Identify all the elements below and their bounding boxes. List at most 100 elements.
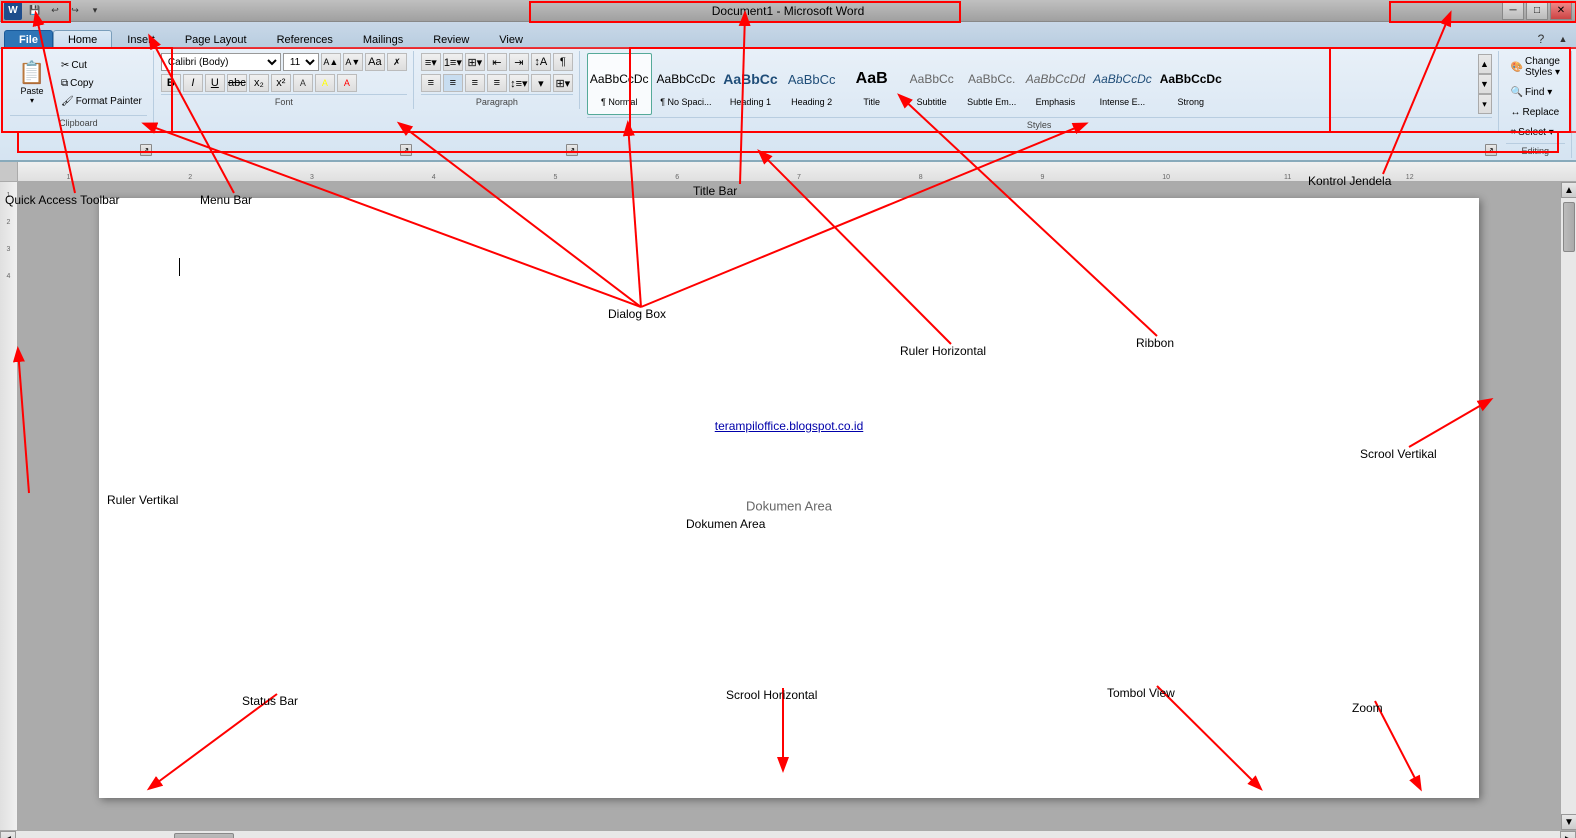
change-case-btn[interactable]: Aa bbox=[365, 53, 385, 71]
editing-group: 🎨 ChangeStyles ▾ 🔍 Find ▾ ↔ Replace bbox=[1500, 51, 1572, 158]
tab-review[interactable]: Review bbox=[418, 30, 484, 49]
style-heading1[interactable]: AaBbCc Heading 1 bbox=[720, 53, 780, 115]
style-strong[interactable]: AaBbCcDc Strong bbox=[1157, 53, 1225, 115]
tab-home[interactable]: Home bbox=[53, 30, 112, 49]
justify-btn[interactable]: ≡ bbox=[487, 74, 507, 92]
ruler-corner bbox=[0, 162, 18, 182]
format-painter-label: Format Painter bbox=[76, 96, 142, 107]
decrease-indent-btn[interactable]: ⇤ bbox=[487, 53, 507, 71]
highlight-btn[interactable]: A bbox=[315, 74, 335, 92]
scroll-track-horizontal[interactable] bbox=[16, 831, 1560, 838]
underline-button[interactable]: U bbox=[205, 74, 225, 92]
clipboard-label: Clipboard bbox=[10, 115, 147, 128]
borders-btn[interactable]: ⊞▾ bbox=[553, 74, 573, 92]
styles-scroll-up[interactable]: ▲ bbox=[1478, 54, 1492, 74]
tab-mailings[interactable]: Mailings bbox=[348, 30, 418, 49]
style-normal[interactable]: AaBbCcDc ¶ Normal bbox=[587, 53, 652, 115]
bullets-btn[interactable]: ≡▾ bbox=[421, 53, 441, 71]
style-intense-preview: AaBbCcDc bbox=[1093, 61, 1152, 97]
strikethrough-btn[interactable]: abc bbox=[227, 74, 247, 92]
text-effect-btn[interactable]: A bbox=[293, 74, 313, 92]
increase-font-btn[interactable]: A▲ bbox=[321, 53, 341, 71]
style-subtle-em[interactable]: AaBbCc. Subtle Em... bbox=[963, 53, 1021, 115]
select-label: Select ▾ bbox=[1518, 127, 1554, 138]
align-right-btn[interactable]: ≡ bbox=[465, 74, 485, 92]
close-button[interactable]: ✕ bbox=[1550, 2, 1572, 20]
select-button[interactable]: ⌗ Select ▾ bbox=[1506, 124, 1559, 141]
line-spacing-btn[interactable]: ↕≡▾ bbox=[509, 74, 529, 92]
paragraph-dialog-launcher[interactable]: ↗ bbox=[566, 144, 578, 156]
vertical-scrollbar[interactable]: ▲ ▼ bbox=[1560, 182, 1576, 830]
increase-indent-btn[interactable]: ⇥ bbox=[509, 53, 529, 71]
styles-area: AaBbCcDc ¶ Normal AaBbCcDc ¶ No Spaci...… bbox=[587, 53, 1474, 115]
scroll-track-vertical[interactable] bbox=[1561, 198, 1576, 814]
style-heading2[interactable]: AaBbCc Heading 2 bbox=[783, 53, 841, 115]
scroll-thumb-horizontal[interactable] bbox=[174, 833, 234, 838]
quick-dropdown-btn[interactable]: ▾ bbox=[86, 2, 104, 20]
style-strong-label: Strong bbox=[1177, 97, 1204, 107]
clear-format-btn[interactable]: ✗ bbox=[387, 53, 407, 71]
clipboard-group: 📋 Paste ▾ ✂ Cut ⧉ Copy bbox=[4, 51, 154, 158]
scroll-thumb-vertical[interactable] bbox=[1563, 202, 1575, 252]
tab-references[interactable]: References bbox=[262, 30, 348, 49]
style-emphasis[interactable]: AaBbCcDd Emphasis bbox=[1023, 53, 1088, 115]
superscript-btn[interactable]: x² bbox=[271, 74, 291, 92]
font-size-select[interactable]: 11 bbox=[283, 53, 319, 71]
style-intense-em[interactable]: AaBbCcDc Intense E... bbox=[1090, 53, 1155, 115]
quick-undo-btn[interactable]: ↩ bbox=[46, 2, 64, 20]
align-center-btn[interactable]: ≡ bbox=[443, 74, 463, 92]
tab-view[interactable]: View bbox=[484, 30, 538, 49]
restore-button[interactable]: □ bbox=[1526, 2, 1548, 20]
font-dialog-launcher[interactable]: ↗ bbox=[400, 144, 412, 156]
help-btn[interactable]: ? bbox=[1532, 30, 1550, 48]
ribbon-minimize-btn[interactable]: ▲ bbox=[1554, 30, 1572, 48]
shading-btn[interactable]: ▾ bbox=[531, 74, 551, 92]
change-styles-button[interactable]: 🎨 ChangeStyles ▾ bbox=[1506, 53, 1565, 81]
format-painter-icon: 🖌 bbox=[61, 96, 74, 107]
scroll-down-button[interactable]: ▼ bbox=[1561, 814, 1576, 830]
copy-label: Copy bbox=[70, 78, 93, 89]
style-subtitle[interactable]: AaBbCc Subtitle bbox=[903, 53, 961, 115]
italic-button[interactable]: I bbox=[183, 74, 203, 92]
horizontal-scrollbar-container: ◄ ► bbox=[0, 830, 1576, 838]
bold-button[interactable]: B bbox=[161, 74, 181, 92]
scroll-up-button[interactable]: ▲ bbox=[1561, 182, 1576, 198]
tab-insert[interactable]: Insert bbox=[112, 30, 170, 49]
font-name-select[interactable]: Calibri (Body) bbox=[161, 53, 281, 71]
scroll-left-button[interactable]: ◄ bbox=[0, 831, 16, 838]
decrease-font-btn[interactable]: A▼ bbox=[343, 53, 363, 71]
styles-group: AaBbCcDc ¶ Normal AaBbCcDc ¶ No Spaci...… bbox=[581, 51, 1499, 158]
show-hide-btn[interactable]: ¶ bbox=[553, 53, 573, 71]
clipboard-dialog-launcher[interactable]: ↗ bbox=[140, 144, 152, 156]
document-area[interactable]: terampiloffice.blogspot.co.id Dokumen Ar… bbox=[18, 182, 1560, 830]
multilevel-btn[interactable]: ⊞▾ bbox=[465, 53, 485, 71]
minimize-button[interactable]: ─ bbox=[1502, 2, 1524, 20]
format-painter-button[interactable]: 🖌 Format Painter bbox=[56, 93, 147, 110]
scroll-right-button[interactable]: ► bbox=[1560, 831, 1576, 838]
replace-button[interactable]: ↔ Replace bbox=[1506, 104, 1565, 121]
find-button[interactable]: 🔍 Find ▾ bbox=[1506, 84, 1558, 101]
styles-scroll-more[interactable]: ▾ bbox=[1478, 94, 1492, 114]
quick-save-btn[interactable]: 💾 bbox=[26, 2, 44, 20]
title-bar-text: Document1 - Microsoft Word bbox=[712, 4, 865, 18]
quick-redo-btn[interactable]: ↪ bbox=[66, 2, 84, 20]
styles-scroll-down[interactable]: ▼ bbox=[1478, 74, 1492, 94]
numbering-btn[interactable]: 1≡▾ bbox=[443, 53, 463, 71]
tab-page-layout[interactable]: Page Layout bbox=[170, 30, 262, 49]
style-h2-label: Heading 2 bbox=[791, 97, 832, 107]
cut-button[interactable]: ✂ Cut bbox=[56, 57, 147, 74]
cursor bbox=[179, 258, 1399, 279]
subscript-btn[interactable]: x₂ bbox=[249, 74, 269, 92]
sort-btn[interactable]: ↕A bbox=[531, 53, 551, 71]
style-no-spacing[interactable]: AaBbCcDc ¶ No Spaci... bbox=[654, 53, 719, 115]
align-left-btn[interactable]: ≡ bbox=[421, 74, 441, 92]
style-intense-label: Intense E... bbox=[1100, 97, 1146, 107]
style-title[interactable]: AaB Title bbox=[843, 53, 901, 115]
tab-file[interactable]: File bbox=[4, 30, 53, 49]
copy-button[interactable]: ⧉ Copy bbox=[56, 75, 147, 92]
font-color-btn[interactable]: A bbox=[337, 74, 357, 92]
style-h1-label: Heading 1 bbox=[730, 97, 771, 107]
styles-dialog-launcher[interactable]: ↗ bbox=[1485, 144, 1497, 156]
document[interactable]: terampiloffice.blogspot.co.id bbox=[99, 198, 1479, 798]
paste-button[interactable]: 📋 Paste ▾ bbox=[10, 53, 54, 113]
